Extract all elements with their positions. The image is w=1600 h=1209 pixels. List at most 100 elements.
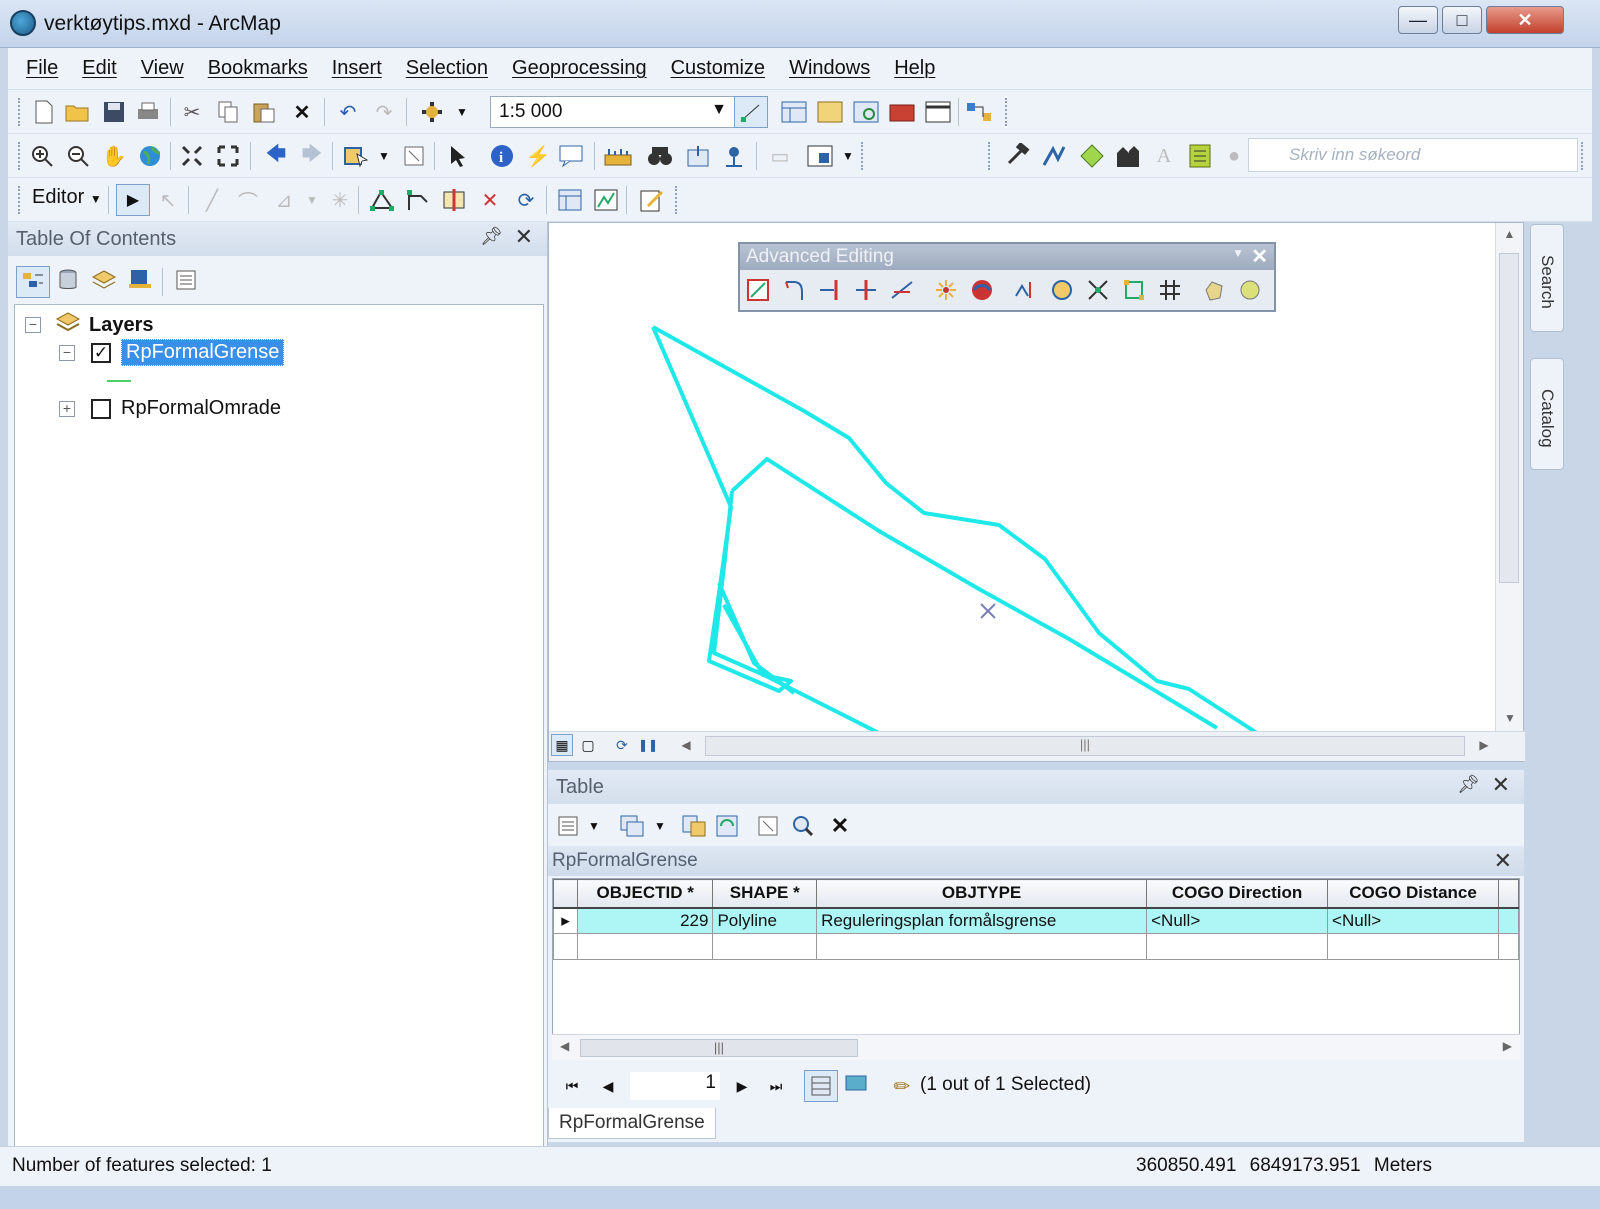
search-keyword-input[interactable]: Skriv inn søkeord — [1248, 138, 1578, 172]
construct-dropdown-icon[interactable]: ▼ — [298, 186, 326, 214]
reshape-feature-icon[interactable] — [404, 186, 432, 214]
line-intersection-icon[interactable] — [888, 276, 916, 304]
align-to-shape-icon[interactable] — [1012, 276, 1040, 304]
create-features-icon[interactable] — [638, 186, 666, 214]
close-icon[interactable]: ✕ — [515, 224, 533, 250]
scroll-thumb[interactable] — [1499, 253, 1519, 583]
toolbar-grip[interactable] — [988, 142, 991, 170]
identify-icon[interactable]: i — [488, 142, 516, 170]
previous-record-icon[interactable]: ◀ — [594, 1072, 622, 1100]
table-tab-rpformalgrense[interactable]: RpFormalGrense — [548, 1108, 716, 1139]
viewer-dropdown-icon[interactable]: ▼ — [834, 142, 862, 170]
save-icon[interactable] — [100, 98, 128, 126]
polyline-feature-left[interactable] — [651, 326, 793, 693]
collapse-icon[interactable]: − — [25, 317, 41, 333]
route-tool-icon[interactable] — [1040, 142, 1068, 170]
add-data-dropdown-icon[interactable]: ▼ — [448, 98, 476, 126]
hammer-tool-icon[interactable] — [1004, 142, 1032, 170]
polyline-feature-outer[interactable] — [652, 325, 1259, 733]
trim-icon[interactable] — [852, 276, 880, 304]
list-by-source-icon[interactable] — [54, 266, 82, 294]
paste-icon[interactable] — [250, 98, 278, 126]
scroll-right-icon[interactable]: ▶ — [1473, 734, 1495, 756]
clear-selection-icon[interactable] — [400, 142, 428, 170]
zoom-in-icon[interactable] — [28, 142, 56, 170]
cut-polygons-icon[interactable] — [440, 186, 468, 214]
split-tool-icon[interactable]: ✕ — [476, 186, 504, 214]
switch-selection-icon[interactable] — [714, 812, 742, 840]
list-by-selection-icon[interactable] — [126, 266, 154, 294]
text-tool-icon[interactable]: A — [1150, 142, 1178, 170]
menu-geoprocessing[interactable]: Geoprocessing — [512, 57, 647, 80]
catalog-side-tab[interactable]: Catalog — [1530, 358, 1564, 470]
table-row-new[interactable] — [553, 933, 1519, 960]
grid-tool-icon[interactable] — [1156, 276, 1184, 304]
menu-help[interactable]: Help — [894, 57, 935, 80]
refresh-icon[interactable]: ⟳ — [611, 734, 633, 756]
select-by-attributes-icon[interactable] — [680, 812, 708, 840]
straight-segment-icon[interactable]: ╱ — [198, 186, 226, 214]
maximize-button[interactable]: □ — [1442, 6, 1482, 34]
chevron-down-icon[interactable]: ▼ — [646, 812, 674, 840]
python-window-icon[interactable] — [924, 98, 952, 126]
column-header[interactable]: COGO Direction — [1146, 879, 1329, 909]
back-arrow-icon[interactable]: 🡄 — [262, 142, 290, 170]
print-icon[interactable] — [134, 98, 162, 126]
layer-name[interactable]: RpFormalOmrade — [121, 397, 281, 420]
table-options-icon[interactable] — [554, 812, 582, 840]
find-route-icon[interactable] — [684, 142, 712, 170]
toolbar-overflow-grip[interactable] — [1580, 142, 1583, 170]
create-viewer-window-icon[interactable] — [806, 142, 834, 170]
measure-icon[interactable] — [604, 142, 632, 170]
delete-icon[interactable]: ✕ — [288, 98, 316, 126]
menu-edit[interactable]: Edit — [82, 57, 116, 80]
rotate-tool-icon[interactable]: ⟳ — [512, 186, 540, 214]
menu-customize[interactable]: Customize — [671, 57, 765, 80]
polyline-feature-inner[interactable] — [730, 457, 1219, 730]
list-by-drawing-order-icon[interactable] — [16, 266, 50, 298]
hyperlink-icon[interactable]: ⚡ — [524, 142, 552, 170]
toolbar-grip[interactable] — [18, 98, 21, 126]
undo-icon[interactable]: ↶ — [334, 98, 362, 126]
table-horizontal-scrollbar[interactable]: ◀ ||| ▶ — [552, 1034, 1520, 1060]
layer-visibility-checkbox[interactable]: ✓ — [91, 342, 111, 363]
catalog-window-icon[interactable] — [816, 98, 844, 126]
add-data-icon[interactable] — [418, 98, 446, 126]
arctoolbox-icon[interactable] — [888, 98, 916, 126]
current-row-indicator-icon[interactable]: ▸ — [553, 907, 578, 934]
table-cell[interactable]: <Null> — [1146, 907, 1329, 934]
construct-geodetic-icon[interactable] — [968, 276, 996, 304]
menu-file[interactable]: File — [26, 57, 58, 80]
map-scale-combo[interactable]: 1:5 000 ▼ — [490, 96, 736, 128]
fillet-icon[interactable] — [780, 276, 808, 304]
polyline-feature-inner-2[interactable] — [712, 490, 880, 733]
minimize-button[interactable]: — — [1398, 6, 1438, 34]
chevron-down-icon[interactable]: ▼ — [711, 101, 727, 119]
table-row[interactable]: ▸ 229 Polyline Reguleringsplan formålsgr… — [553, 907, 1519, 934]
toolbar-grip[interactable] — [18, 142, 21, 170]
chevron-down-icon[interactable]: ▼ — [1232, 246, 1244, 260]
close-button[interactable]: ✕ — [1486, 6, 1564, 34]
pause-drawing-icon[interactable]: ❚❚ — [637, 734, 659, 756]
buildings-icon[interactable] — [1114, 142, 1142, 170]
generalize-icon[interactable] — [1200, 276, 1228, 304]
toc-options-icon[interactable] — [172, 266, 200, 294]
smooth-icon[interactable] — [1236, 276, 1264, 304]
extend-icon[interactable] — [816, 276, 844, 304]
time-slider-icon[interactable]: ▭ — [766, 142, 794, 170]
pan-hand-icon[interactable]: ✋ — [100, 142, 128, 170]
select-dropdown-icon[interactable]: ▼ — [370, 142, 398, 170]
layer-diamond-icon[interactable] — [1078, 142, 1106, 170]
scroll-left-icon[interactable]: ◀ — [560, 1039, 569, 1053]
select-elements-arrow-icon[interactable] — [444, 142, 472, 170]
related-tables-icon[interactable] — [618, 812, 646, 840]
trace-icon[interactable]: ⊿ — [270, 186, 298, 214]
attributes-icon[interactable] — [556, 186, 584, 214]
menu-bookmarks[interactable]: Bookmarks — [208, 57, 308, 80]
layer-row-rpformalgrense[interactable]: − ✓ RpFormalGrense — [59, 339, 285, 366]
pin-icon[interactable]: 📌︎ — [1457, 774, 1480, 795]
advanced-editing-title-bar[interactable]: Advanced Editing ▼ ✕ — [740, 244, 1274, 270]
toolbar-overflow-grip[interactable] — [860, 142, 863, 170]
layer-name[interactable]: RpFormalGrense — [121, 339, 285, 366]
copy-features-icon[interactable] — [744, 276, 772, 304]
